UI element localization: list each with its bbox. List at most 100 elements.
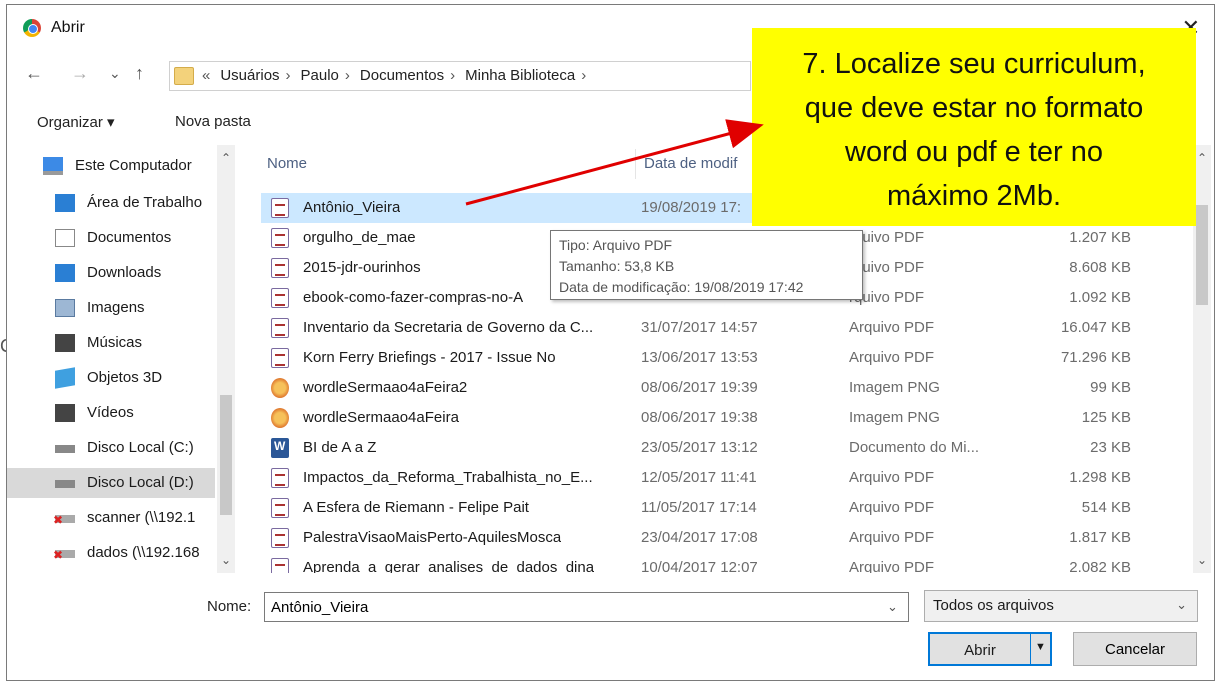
file-size: 1.817 KB: [1069, 529, 1131, 546]
file-date: 08/06/2017 19:39: [641, 379, 758, 396]
drive-icon: [55, 445, 75, 453]
pdf-file-icon: [271, 258, 289, 278]
cancel-button[interactable]: Cancelar: [1073, 632, 1197, 666]
network-drive-icon: [53, 548, 75, 562]
chevron-down-icon[interactable]: ⌄: [887, 599, 898, 615]
tooltip-type: Tipo: Arquivo PDF: [559, 237, 673, 253]
sidebar-item[interactable]: scanner (\\192.1: [7, 503, 215, 533]
file-row[interactable]: A Esfera de Riemann - Felipe Pait 11/05/2…: [261, 493, 1131, 523]
sidebar-item-label: Downloads: [87, 264, 162, 281]
file-type-select[interactable]: Todos os arquivos ⌄: [924, 590, 1198, 622]
sidebar-item[interactable]: Downloads: [7, 258, 215, 288]
sidebar-item[interactable]: Objetos 3D: [7, 363, 215, 393]
file-date: 11/05/2017 17:14: [641, 499, 757, 516]
sidebar-item[interactable]: Disco Local (D:): [7, 468, 215, 498]
objects-3d-icon: [55, 367, 75, 389]
address-bar[interactable]: « Usuários › Paulo › Documentos › Minha Bibliot…: [169, 61, 751, 91]
pdf-file-icon: [271, 528, 289, 548]
music-icon: [55, 334, 75, 352]
png-file-icon: [271, 408, 289, 428]
breadcrumb-separator: ›: [450, 67, 456, 84]
file-row[interactable]: Korn Ferry Briefings - 2017 - Issue No 13…: [261, 343, 1131, 373]
sidebar-item-label: Este Computador: [75, 157, 192, 174]
scroll-down-icon[interactable]: ⌄: [1197, 553, 1207, 567]
open-dropdown-icon[interactable]: ▼: [1030, 634, 1050, 664]
breadcrumb-separator: ›: [581, 67, 587, 84]
organize-menu[interactable]: Organizar ▾: [37, 113, 115, 131]
file-row[interactable]: BI de A a Z 23/05/2017 13:12 Documento do …: [261, 433, 1131, 463]
column-header-date[interactable]: Data de modif: [644, 155, 737, 172]
sidebar-item[interactable]: Imagens: [7, 293, 215, 323]
navigation-scrollbar[interactable]: ⌃ ⌄: [217, 145, 235, 573]
file-row[interactable]: Aprenda_a_gerar_analises_de_dados_dina 10…: [261, 553, 1131, 573]
chrome-icon: [23, 19, 41, 37]
file-date: 19/08/2019 17:: [641, 199, 742, 216]
sidebar-item-label: Objetos 3D: [87, 369, 163, 386]
sidebar-item-label: scanner (\\192.1: [87, 509, 196, 526]
file-name: Inventario da Secretaria de Governo da C…: [303, 319, 594, 336]
pdf-file-icon: [271, 198, 289, 218]
file-type: Imagem PNG: [849, 409, 940, 426]
file-size: 99 KB: [1090, 379, 1131, 396]
documents-icon: [55, 229, 75, 247]
doc-file-icon: [271, 438, 289, 458]
file-size: 71.296 KB: [1060, 349, 1131, 366]
forward-arrow-icon[interactable]: →: [71, 63, 89, 84]
up-arrow-icon[interactable]: ↑: [135, 63, 144, 84]
scroll-up-icon[interactable]: ⌃: [1197, 151, 1207, 165]
file-row[interactable]: Impactos_da_Reforma_Trabalhista_no_E... 1…: [261, 463, 1131, 493]
sidebar-item[interactable]: Músicas: [7, 328, 215, 358]
pdf-file-icon: [271, 288, 289, 308]
file-type: Arquivo PDF: [849, 499, 935, 516]
breadcrumb: « Usuários › Paulo › Documentos › Minha Bibliot…: [202, 67, 596, 84]
breadcrumb-item[interactable]: Usuários: [220, 67, 279, 84]
file-row[interactable]: PalestraVisaoMaisPerto-AquilesMosca 23/04…: [261, 523, 1131, 553]
sidebar-item-label: Imagens: [87, 299, 145, 316]
new-folder-button[interactable]: Nova pasta: [175, 113, 251, 130]
file-name: 2015-jdr-ourinhos: [303, 259, 421, 276]
file-size: 1.092 KB: [1069, 289, 1131, 306]
breadcrumb-separator: ›: [344, 67, 350, 84]
file-date: 12/05/2017 11:41: [641, 469, 757, 486]
file-name: orgulho_de_mae: [303, 229, 416, 246]
file-row[interactable]: wordleSermaao4aFeira2 08/06/2017 19:39 Ima…: [261, 373, 1131, 403]
file-size: 514 KB: [1081, 499, 1131, 516]
window-title: Abrir: [51, 19, 85, 36]
file-name: Korn Ferry Briefings - 2017 - Issue No: [303, 349, 556, 366]
file-date: 10/04/2017 12:07: [641, 559, 758, 573]
file-name-input[interactable]: [264, 592, 909, 622]
file-size: 1.298 KB: [1069, 469, 1131, 486]
file-row[interactable]: Inventario da Secretaria de Governo da C…: [261, 313, 1131, 343]
file-name: Antônio_Vieira: [303, 199, 401, 216]
file-name: PalestraVisaoMaisPerto-AquilesMosca: [303, 529, 562, 546]
network-drive-icon: [53, 513, 75, 527]
open-button[interactable]: Abrir ▼: [928, 632, 1052, 666]
sidebar-item[interactable]: Área de Trabalho: [7, 188, 215, 218]
recent-locations-icon[interactable]: ⌄: [109, 65, 121, 82]
breadcrumb-separator: ›: [285, 67, 291, 84]
scrollbar-thumb[interactable]: [220, 395, 232, 515]
file-size: 1.207 KB: [1069, 229, 1131, 246]
sidebar-item-label: Músicas: [87, 334, 143, 351]
file-type: Arquivo PDF: [849, 559, 935, 573]
breadcrumb-item[interactable]: Minha Biblioteca: [465, 67, 575, 84]
file-row[interactable]: wordleSermaao4aFeira 08/06/2017 19:38 Imag…: [261, 403, 1131, 433]
scroll-down-icon[interactable]: ⌄: [221, 553, 231, 567]
breadcrumb-item[interactable]: Documentos: [360, 67, 444, 84]
sidebar-item-label: dados (\\192.168: [87, 544, 200, 561]
back-arrow-icon[interactable]: ←: [25, 63, 43, 84]
images-icon: [55, 299, 75, 317]
sidebar-item[interactable]: Este Computador: [7, 151, 215, 181]
file-name: Impactos_da_Reforma_Trabalhista_no_E...: [303, 469, 593, 486]
sidebar-item[interactable]: Documentos: [7, 223, 215, 253]
scrollbar-thumb[interactable]: [1196, 205, 1208, 305]
file-type: Arquivo PDF: [849, 469, 935, 486]
sidebar-item[interactable]: dados (\\192.168: [7, 538, 215, 568]
breadcrumb-item[interactable]: Paulo: [301, 67, 339, 84]
sidebar-item[interactable]: Vídeos: [7, 398, 215, 428]
pdf-file-icon: [271, 348, 289, 368]
column-header-name[interactable]: Nome: [267, 155, 307, 172]
sidebar-item[interactable]: Disco Local (C:): [7, 433, 215, 463]
file-date: 31/07/2017 14:57: [641, 319, 758, 336]
scroll-up-icon[interactable]: ⌃: [221, 151, 231, 165]
